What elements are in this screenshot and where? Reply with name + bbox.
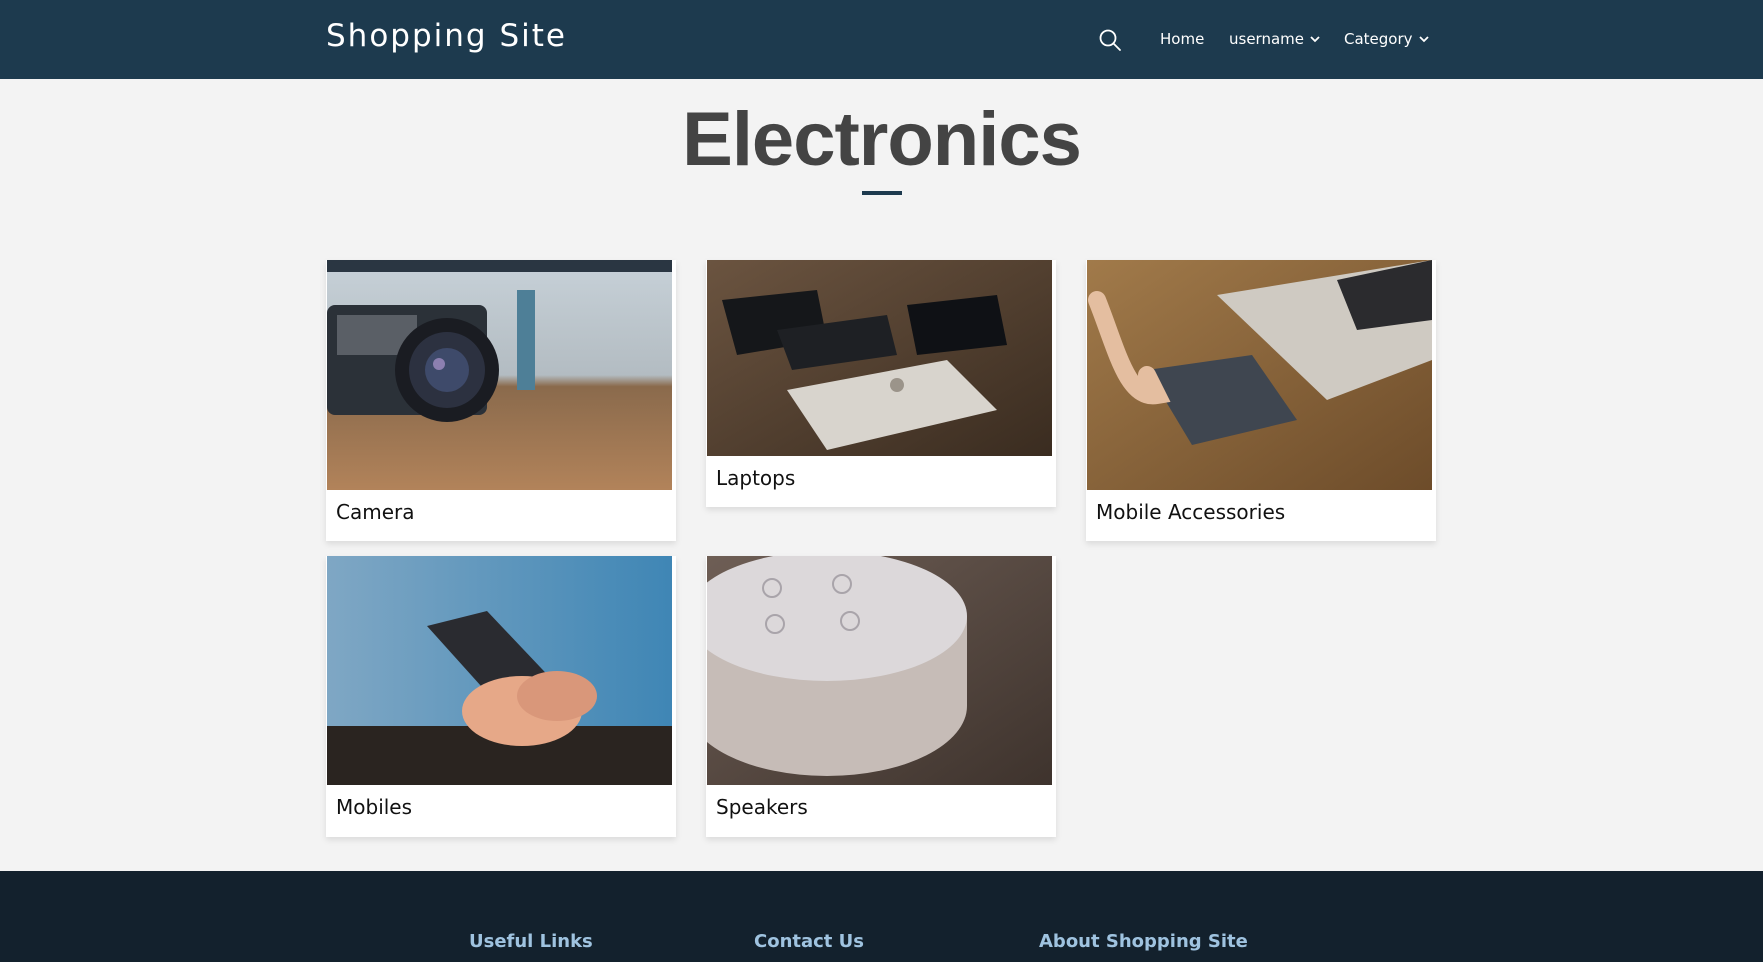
category-card-label: Laptops: [716, 466, 796, 490]
chevron-down-icon: [1310, 36, 1320, 43]
category-card-label: Camera: [336, 500, 415, 524]
footer-heading-useful-links: Useful Links: [469, 931, 593, 952]
chevron-down-icon: [1418, 36, 1429, 43]
category-card-label: Speakers: [716, 795, 808, 819]
category-card-label: Mobiles: [336, 795, 413, 819]
speakers-image: [707, 556, 1052, 785]
category-card-label: Mobile Accessories: [1096, 500, 1286, 524]
category-card-speakers[interactable]: Speakers: [706, 556, 1056, 837]
user-menu-label: username: [1229, 30, 1304, 48]
nav-home-label: Home: [1160, 30, 1205, 48]
nav-home-link[interactable]: Home: [1160, 30, 1204, 48]
mobiles-image: [327, 556, 672, 785]
category-card-camera[interactable]: Camera: [326, 260, 676, 541]
top-navbar: Shopping Site Home username Category: [0, 0, 1763, 79]
laptops-image: [707, 260, 1052, 456]
mobile-accessories-image: [1087, 260, 1432, 490]
site-brand[interactable]: Shopping Site: [326, 18, 567, 54]
page-title: Electronics: [682, 97, 1082, 182]
site-footer: [0, 871, 1763, 962]
camera-image: [327, 260, 672, 490]
category-card-mobile-accessories[interactable]: Mobile Accessories: [1086, 260, 1436, 541]
footer-heading-contact-us: Contact Us: [754, 931, 865, 952]
footer-heading-about: About Shopping Site: [1039, 931, 1248, 952]
category-card-mobiles[interactable]: Mobiles: [326, 556, 676, 837]
category-menu-label: Category: [1344, 30, 1413, 48]
title-underline: [862, 191, 902, 195]
category-menu-dropdown[interactable]: Category: [1344, 30, 1429, 48]
category-card-laptops[interactable]: Laptops: [706, 260, 1056, 507]
user-menu-dropdown[interactable]: username: [1229, 30, 1320, 48]
search-icon[interactable]: [1098, 28, 1122, 52]
